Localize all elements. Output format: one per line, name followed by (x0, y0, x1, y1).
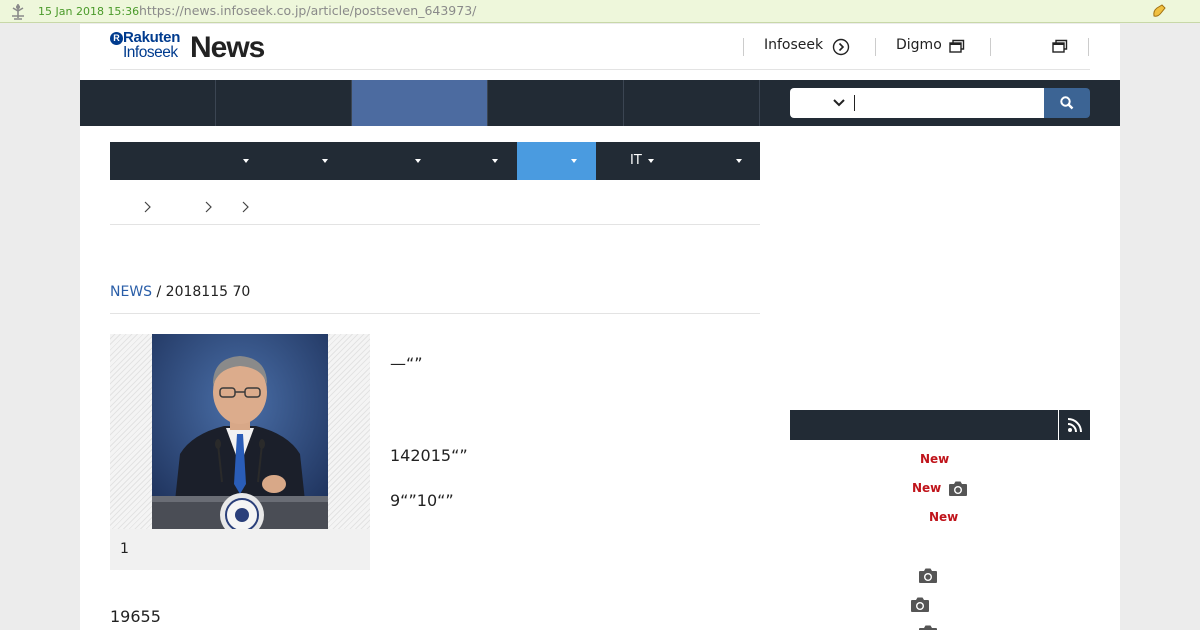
article-meta: NEWS / 2018115 70 (110, 284, 250, 300)
header-divider (875, 38, 876, 56)
category-nav: IT (110, 142, 760, 180)
meta-divider (110, 313, 760, 314)
logo-news-text: News (190, 31, 265, 64)
header-divider (1088, 38, 1089, 56)
category-tab[interactable] (260, 142, 339, 180)
gnav-tab[interactable] (488, 80, 624, 126)
archive-toolbar: 15 Jan 2018 15:36 https://news.infoseek.… (0, 0, 1200, 23)
captured-url[interactable]: https://news.infoseek.co.jp/article/post… (139, 3, 476, 18)
search-input[interactable] (790, 88, 1044, 118)
capture-date[interactable]: 15 Jan 2018 15:36 (38, 5, 139, 18)
article-photo-frame (110, 334, 370, 529)
article-lead: —“” (390, 354, 423, 373)
new-badge: New (920, 452, 950, 466)
gnav-tab[interactable] (216, 80, 352, 126)
dropdown-arrow-icon (322, 159, 328, 163)
search-button[interactable] (1044, 88, 1090, 118)
breadcrumb-chevron-icon (144, 201, 151, 213)
dropdown-arrow-icon (571, 159, 577, 163)
rakuten-r-mark: R (110, 32, 123, 45)
photo-caption: 1 (110, 529, 370, 570)
arrow-circle-icon[interactable] (832, 38, 850, 56)
camera-icon (911, 597, 929, 612)
gnav-tab-active[interactable] (352, 80, 488, 126)
dropdown-arrow-icon (648, 159, 654, 163)
breadcrumb-divider (110, 224, 760, 225)
dropdown-arrow-icon (492, 159, 498, 163)
digmo-link[interactable]: Digmo (896, 37, 942, 53)
camera-icon (919, 625, 937, 630)
category-label: IT (630, 153, 642, 168)
text-cursor (854, 95, 855, 111)
photo-counter: 1 (120, 541, 129, 557)
category-tab[interactable] (666, 142, 760, 180)
header-divider-line (110, 69, 1090, 70)
header-divider (990, 38, 991, 56)
rakuten-infoseek-news-logo[interactable]: R Rakuten Infoseek News (110, 29, 270, 66)
archive-logo-icon[interactable] (9, 3, 27, 21)
rss-button[interactable] (1058, 410, 1090, 440)
gnav-tab[interactable] (80, 80, 216, 126)
dropdown-arrow-icon (736, 159, 742, 163)
article-paragraph: 142015“” (390, 446, 468, 465)
article-paragraph: 9“”10“” (390, 491, 454, 510)
breadcrumb-chevron-icon (242, 201, 249, 213)
global-nav (80, 80, 1120, 126)
category-tab[interactable] (339, 142, 421, 180)
new-badge: New (929, 510, 959, 524)
logo-infoseek-text: Infoseek (123, 44, 178, 61)
source-link[interactable]: NEWS (110, 284, 152, 300)
gnav-tab[interactable] (624, 80, 760, 126)
category-tab[interactable] (110, 142, 260, 180)
rss-icon (1067, 418, 1082, 433)
search-icon (1060, 96, 1074, 110)
dropdown-arrow-icon (243, 159, 249, 163)
camera-icon (949, 481, 967, 496)
article-paragraph: 19655 (110, 607, 161, 626)
infoseek-link[interactable]: Infoseek (764, 37, 823, 53)
external-window-icon[interactable] (948, 38, 966, 56)
chevron-down-icon[interactable] (832, 97, 846, 109)
breadcrumb-chevron-icon (205, 201, 212, 213)
publish-info: / 2018115 70 (152, 284, 251, 300)
header-divider (743, 38, 744, 56)
category-tab[interactable]: IT (596, 142, 666, 180)
new-badge: New (912, 481, 942, 495)
category-tab-active[interactable] (517, 142, 596, 180)
category-tab[interactable] (419, 142, 498, 180)
camera-icon (919, 568, 937, 583)
external-window-icon[interactable] (1051, 38, 1069, 56)
news-page: R Rakuten Infoseek News Infoseek Digmo I… (80, 24, 1120, 630)
archive-tool-icon[interactable] (1150, 2, 1168, 20)
article-photo[interactable] (152, 334, 328, 529)
ranking-header (790, 410, 1090, 440)
